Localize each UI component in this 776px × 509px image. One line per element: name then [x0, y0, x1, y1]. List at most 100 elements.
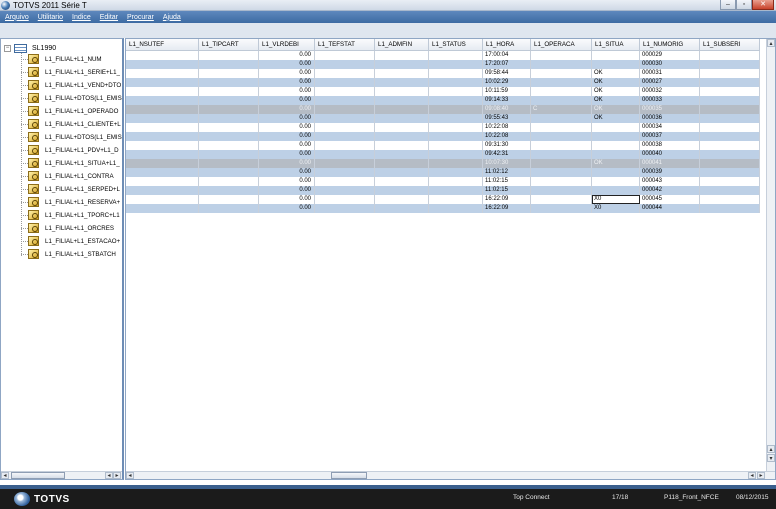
table-cell[interactable]: 000043 — [640, 177, 700, 186]
table-cell[interactable] — [199, 60, 259, 69]
table-cell[interactable]: 16:22:09 — [483, 204, 531, 213]
table-cell[interactable]: OK — [592, 87, 640, 96]
table-cell[interactable]: 0.00 — [259, 51, 315, 60]
table-cell[interactable] — [429, 186, 483, 195]
menu-utilitario[interactable]: Utilitario — [38, 14, 63, 21]
table-cell[interactable] — [700, 186, 760, 195]
table-cell[interactable] — [315, 78, 375, 87]
table-cell[interactable] — [315, 51, 375, 60]
table-cell[interactable] — [592, 132, 640, 141]
table-cell[interactable] — [700, 123, 760, 132]
table-cell[interactable] — [315, 186, 375, 195]
table-cell[interactable]: 0.00 — [259, 168, 315, 177]
table-row[interactable]: 0.00 09:08:40 C OK 000035 — [126, 105, 760, 114]
scroll-left-button-alt[interactable]: ◂ — [748, 472, 756, 479]
table-cell[interactable] — [531, 114, 592, 123]
table-cell[interactable] — [429, 105, 483, 114]
table-cell[interactable] — [126, 177, 199, 186]
table-cell[interactable] — [375, 195, 429, 204]
table-cell[interactable]: OK — [592, 96, 640, 105]
table-cell[interactable] — [531, 123, 592, 132]
tree-index-item[interactable]: L1_FILIAL+L1_SITUA+L1_ — [21, 157, 120, 169]
table-cell[interactable] — [429, 141, 483, 150]
table-cell[interactable]: 09:31:30 — [483, 141, 531, 150]
table-cell[interactable] — [429, 51, 483, 60]
tree-index-item[interactable]: L1_FILIAL+L1_VEND+DTO — [21, 79, 121, 91]
table-cell[interactable] — [375, 123, 429, 132]
table-cell[interactable] — [700, 204, 760, 213]
table-cell[interactable] — [315, 69, 375, 78]
table-cell[interactable]: X0 — [592, 204, 640, 213]
table-row[interactable]: 0.00 11:02:15 000042 — [126, 186, 760, 195]
table-cell[interactable] — [375, 204, 429, 213]
table-cell[interactable] — [429, 87, 483, 96]
scroll-left-button-alt[interactable]: ◂ — [105, 472, 113, 479]
grid-vertical-scrollbar[interactable]: ▴ ▴ ▾ — [766, 39, 775, 471]
column-header[interactable]: L1_SITUA — [592, 39, 640, 51]
table-cell[interactable] — [126, 105, 199, 114]
table-cell[interactable] — [126, 96, 199, 105]
table-cell[interactable] — [700, 132, 760, 141]
table-cell[interactable] — [199, 87, 259, 96]
table-cell[interactable] — [592, 150, 640, 159]
table-cell[interactable] — [375, 132, 429, 141]
table-cell[interactable] — [375, 177, 429, 186]
table-cell[interactable] — [315, 105, 375, 114]
table-cell[interactable]: 09:14:33 — [483, 96, 531, 105]
table-cell[interactable] — [375, 105, 429, 114]
table-cell[interactable]: 10:07:30 — [483, 159, 531, 168]
column-header[interactable]: L1_VLRDEBI — [259, 39, 315, 51]
table-cell[interactable] — [126, 150, 199, 159]
table-row[interactable]: 0.00 10:22:08 000037 — [126, 132, 760, 141]
minimize-button[interactable]: – — [720, 0, 736, 10]
column-header[interactable]: L1_NUMORIG — [640, 39, 700, 51]
table-cell[interactable] — [126, 78, 199, 87]
table-cell[interactable] — [199, 204, 259, 213]
table-cell[interactable]: 10:11:59 — [483, 87, 531, 96]
table-cell[interactable]: 09:58:44 — [483, 69, 531, 78]
table-cell[interactable] — [375, 87, 429, 96]
table-cell[interactable]: 17:00:04 — [483, 51, 531, 60]
table-cell[interactable] — [375, 114, 429, 123]
table-cell[interactable] — [429, 60, 483, 69]
table-cell[interactable]: 000032 — [640, 87, 700, 96]
table-cell[interactable]: 0.00 — [259, 105, 315, 114]
tree-index-item[interactable]: L1_FILIAL+DTOS(L1_EMIS — [21, 92, 122, 104]
table-cell[interactable] — [375, 60, 429, 69]
scroll-thumb[interactable] — [11, 472, 65, 479]
table-cell[interactable] — [315, 96, 375, 105]
table-cell[interactable]: OK — [592, 69, 640, 78]
table-cell[interactable] — [531, 141, 592, 150]
table-cell[interactable] — [199, 105, 259, 114]
tree-index-item[interactable]: L1_FILIAL+L1_SERPED+L — [21, 183, 120, 195]
table-cell[interactable] — [315, 168, 375, 177]
table-cell[interactable] — [199, 96, 259, 105]
column-header[interactable]: L1_TEFSTAT — [315, 39, 375, 51]
tree-index-item[interactable]: L1_FILIAL+L1_OPERADO — [21, 105, 118, 117]
table-row[interactable]: 0.00 17:20:07 000030 — [126, 60, 760, 69]
table-cell[interactable] — [700, 150, 760, 159]
table-cell[interactable] — [315, 195, 375, 204]
table-cell[interactable] — [315, 141, 375, 150]
table-cell[interactable] — [315, 114, 375, 123]
column-header[interactable]: L1_HORA — [483, 39, 531, 51]
table-cell[interactable] — [429, 177, 483, 186]
table-cell[interactable] — [199, 132, 259, 141]
table-cell[interactable] — [126, 141, 199, 150]
column-header[interactable]: L1_TIPCART — [199, 39, 259, 51]
table-cell[interactable] — [429, 150, 483, 159]
table-row[interactable]: 0.00 09:14:33 OK 000033 — [126, 96, 760, 105]
table-row[interactable]: 0.00 09:31:30 000038 — [126, 141, 760, 150]
table-cell[interactable]: 09:42:31 — [483, 150, 531, 159]
table-cell[interactable]: 11:02:15 — [483, 177, 531, 186]
table-cell[interactable]: 000040 — [640, 150, 700, 159]
table-cell[interactable] — [531, 150, 592, 159]
tree-index-item[interactable]: L1_FILIAL+L1_ORCRES — [21, 222, 114, 234]
scroll-left-button[interactable]: ◂ — [1, 472, 9, 479]
table-cell[interactable]: 10:22:08 — [483, 132, 531, 141]
table-cell[interactable]: 000030 — [640, 60, 700, 69]
column-header[interactable]: L1_SUBSERI — [700, 39, 760, 51]
table-cell[interactable] — [700, 177, 760, 186]
table-row[interactable]: 0.00 16:22:09 X0 000044 — [126, 204, 760, 213]
table-cell[interactable]: C — [531, 105, 592, 114]
